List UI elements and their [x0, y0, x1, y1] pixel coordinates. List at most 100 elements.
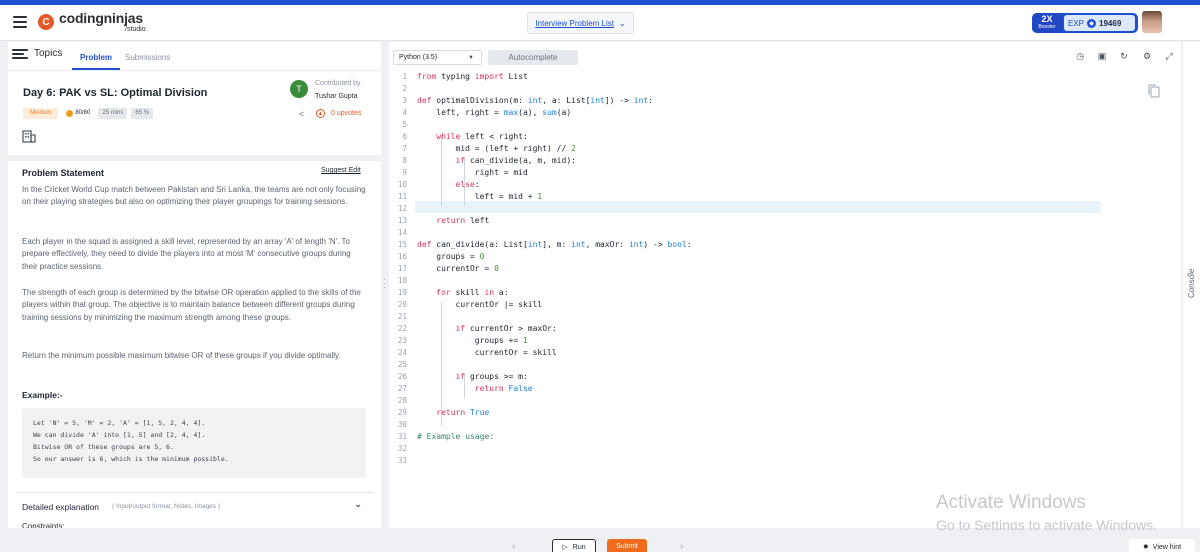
- logo[interactable]: C codingninjas /studio: [38, 11, 146, 33]
- line-number: 19: [397, 288, 407, 297]
- previous-problem-icon[interactable]: ‹: [512, 541, 515, 552]
- line-number: 10: [397, 180, 407, 189]
- reset-icon[interactable]: ↻: [1118, 50, 1130, 62]
- code-line: mid = (left + right) // 2: [417, 144, 576, 153]
- lightbulb-icon: ✸: [1142, 544, 1149, 551]
- hamburger-menu-icon[interactable]: [13, 16, 27, 28]
- code-line: if currentOr > maxOr:: [455, 324, 557, 333]
- code-line: return False: [474, 384, 533, 393]
- language-value: Python (3.5): [399, 54, 438, 61]
- code-line: right = mid: [417, 168, 528, 177]
- contributed-by-label: Contributed by: [315, 80, 361, 87]
- company-building-icon[interactable]: [22, 130, 36, 143]
- chevron-down-icon: ⌄: [619, 18, 626, 28]
- line-number: 20: [397, 300, 407, 309]
- submit-button[interactable]: Submit: [607, 539, 647, 552]
- contributor-name[interactable]: Tushar Gupta: [315, 93, 358, 100]
- save-icon[interactable]: ▣: [1096, 50, 1108, 62]
- code-line: return left: [436, 216, 490, 225]
- chevron-down-icon[interactable]: ⌄: [354, 499, 362, 510]
- booster-multiplier: 2X: [1041, 14, 1053, 24]
- line-number: 21: [397, 312, 407, 321]
- line-number: 11: [397, 192, 407, 201]
- exp-box: EXP ◆ 19469: [1064, 15, 1135, 31]
- line-number: 23: [397, 336, 407, 345]
- exp-label: EXP: [1068, 18, 1085, 28]
- line-number: 3: [402, 96, 407, 105]
- run-label: Run: [572, 543, 586, 551]
- code-line: else:: [455, 180, 480, 189]
- fullscreen-icon[interactable]: ⤢: [1163, 50, 1175, 62]
- suggest-edit-link[interactable]: Suggest Edit: [321, 167, 361, 174]
- statement-paragraph: The strength of each group is determined…: [22, 288, 361, 322]
- time-badge: 25 mins: [98, 108, 128, 119]
- line-number: 4: [402, 108, 407, 117]
- activate-windows-title: Activate Windows: [936, 492, 1086, 513]
- success-rate-badge: 65 %: [131, 108, 154, 119]
- language-select[interactable]: Python (3.5) ▼: [393, 50, 482, 65]
- gear-icon[interactable]: ⚙: [1141, 50, 1153, 62]
- view-hint-button[interactable]: ✸ View hint: [1129, 539, 1195, 552]
- autocomplete-toggle[interactable]: Autocomplete: [488, 50, 578, 65]
- exp-value: 19469: [1099, 18, 1122, 28]
- code-line: while left < right:: [436, 132, 528, 141]
- code-line: currentOr = skill: [417, 348, 557, 357]
- code-line: left = mid + 1: [417, 192, 543, 201]
- example-line: Bitwise OR of these groups are 5, 6.: [33, 443, 174, 451]
- next-problem-icon[interactable]: ›: [680, 541, 683, 552]
- view-hint-label: View hint: [1152, 543, 1182, 551]
- code-line: left, right = max(a), sum(a): [417, 108, 572, 117]
- logo-name: codingninjas: [59, 10, 143, 26]
- play-icon: ▷: [562, 544, 568, 551]
- logo-mark-icon: C: [38, 14, 54, 30]
- exp-coin-icon: ◆: [1087, 18, 1097, 28]
- booster-word: Booster: [1038, 24, 1056, 30]
- statement-paragraph: In the Cricket World Cup match between P…: [22, 185, 366, 207]
- line-number: 28: [397, 396, 407, 405]
- panel-resize-handle[interactable]: · · ·: [383, 276, 386, 292]
- code-line: return True: [436, 408, 490, 417]
- detailed-explanation-toggle[interactable]: Detailed explanation: [22, 502, 99, 512]
- editor-toolbar: Python (3.5) ▼ Autocomplete ◷ ▣ ↻ ⚙ ⤢: [389, 42, 1181, 70]
- code-line: if can_divide(a, m, mid):: [455, 156, 576, 165]
- tab-submissions[interactable]: Submissions: [117, 46, 178, 70]
- line-number: 17: [397, 264, 407, 273]
- code-line: # Example usage:: [417, 432, 495, 441]
- line-number: 22: [397, 324, 407, 333]
- line-number: 12: [397, 204, 407, 213]
- line-number: 16: [397, 252, 407, 261]
- line-number: 31: [397, 432, 407, 441]
- problem-panel: Topics Problem Submissions Day 6: PAK vs…: [8, 42, 381, 528]
- share-icon[interactable]: <: [299, 109, 304, 119]
- run-button[interactable]: ▷ Run: [552, 539, 596, 552]
- line-number: 14: [397, 228, 407, 237]
- code-line: currentOr |= skill: [417, 300, 543, 309]
- score-badge: 80/80: [62, 108, 95, 119]
- upvote-icon[interactable]: ▲: [316, 109, 325, 118]
- logo-sub: /studio: [125, 26, 146, 33]
- exp-booster[interactable]: 2X Booster EXP ◆ 19469: [1032, 13, 1138, 33]
- line-number: 25: [397, 360, 407, 369]
- topics-label: Topics: [34, 48, 63, 59]
- problem-statement-title: Problem Statement: [22, 168, 105, 178]
- tab-problem[interactable]: Problem: [72, 46, 121, 70]
- contributor-avatar: T: [290, 80, 308, 98]
- code-area[interactable]: 1 2 3 4 5 6 7 8 9 10 11 12 13 14 15 16 17 18 19 20 21 22 23 24 2…: [389, 70, 1181, 528]
- code-editor-panel: Python (3.5) ▼ Autocomplete ◷ ▣ ↻ ⚙ ⤢ 12…: [389, 42, 1181, 528]
- code-line: for skill in a:: [436, 288, 509, 297]
- line-number: 5: [402, 120, 407, 129]
- console-toggle[interactable]: Console: [1187, 269, 1196, 298]
- tab-divider: [8, 70, 381, 71]
- topics-button[interactable]: Topics: [12, 48, 62, 59]
- code-line: def can_divide(a: List[int], m: int, max…: [417, 240, 692, 249]
- line-number: 15: [397, 240, 407, 249]
- upvote-count[interactable]: 0 upvotes: [331, 110, 361, 117]
- interview-problem-list-dropdown[interactable]: Interview Problem List ⌄: [527, 12, 634, 34]
- topics-list-icon: [12, 48, 28, 59]
- timer-icon[interactable]: ◷: [1074, 50, 1086, 62]
- avatar[interactable]: [1142, 11, 1162, 33]
- score-value: 80/80: [75, 110, 91, 116]
- line-number: 27: [397, 384, 407, 393]
- active-line-highlight: [415, 201, 1101, 213]
- code-line: groups += 1: [417, 336, 528, 345]
